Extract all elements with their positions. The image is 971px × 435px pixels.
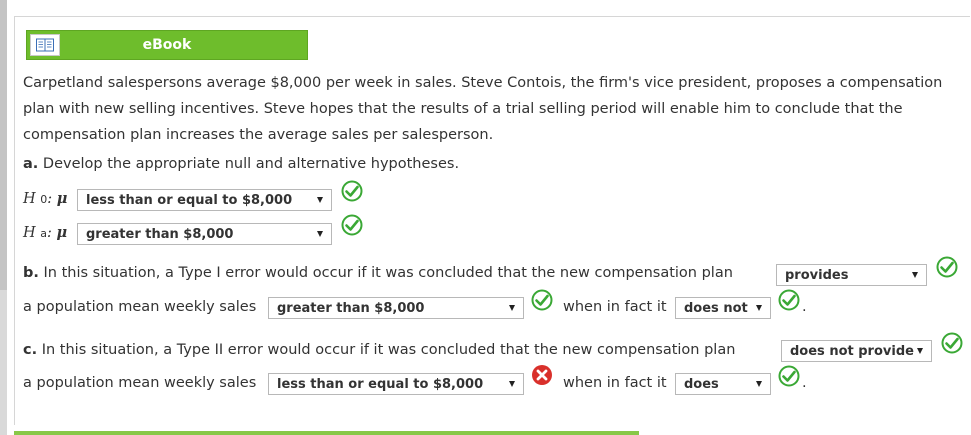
progress-divider (14, 431, 639, 435)
null-hypothesis-label: H 0: μ (23, 190, 67, 207)
problem-text: Carpetland salespersons average $8,000 p… (23, 75, 943, 143)
scrollbar-thumb[interactable] (0, 0, 7, 290)
part-b-mean-select[interactable]: greater than $8,000 (268, 297, 524, 319)
part-a-prompt: a. Develop the appropriate null and alte… (23, 156, 459, 172)
correct-check-icon (341, 214, 363, 236)
ha-select[interactable]: greater than $8,000 (77, 223, 332, 245)
part-c-line2-prefix: a population mean weekly sales (23, 375, 257, 391)
ha-select-value: greater than $8,000 (86, 227, 234, 242)
chevron-down-icon (509, 381, 515, 387)
part-b-plan-select[interactable]: provides (776, 264, 927, 286)
mu-symbol: μ (56, 190, 68, 207)
part-b-period: . (802, 299, 807, 315)
part-c-plan-value: does not provide (790, 344, 914, 359)
chevron-down-icon (756, 381, 762, 387)
h-subscript: a (40, 227, 48, 240)
alt-hypothesis-label: H a: μ (23, 224, 67, 241)
part-b-mean-value: greater than $8,000 (277, 301, 425, 316)
correct-check-icon (778, 289, 800, 311)
part-c-period: . (802, 375, 807, 391)
part-a-label: a. (23, 156, 39, 172)
part-b-fact-select[interactable]: does not (675, 297, 771, 319)
chevron-down-icon (317, 231, 323, 237)
part-b-fact-value: does not (684, 301, 748, 316)
mu-symbol: μ (56, 224, 68, 241)
correct-check-icon (778, 365, 800, 387)
ebook-button[interactable]: eBook (26, 30, 308, 60)
part-c-text: In this situation, a Type II error would… (41, 342, 736, 358)
part-c-mean-select[interactable]: less than or equal to $8,000 (268, 373, 524, 395)
part-b-label: b. (23, 265, 39, 281)
part-c-prompt: c. In this situation, a Type II error wo… (23, 342, 735, 358)
chevron-down-icon (917, 348, 923, 354)
h-symbol: H (23, 191, 36, 207)
chevron-down-icon (317, 197, 323, 203)
part-c-line2-mid: when in fact it (563, 375, 667, 391)
part-c-plan-select[interactable]: does not provide (781, 340, 932, 362)
chevron-down-icon (509, 305, 515, 311)
scrollbar[interactable] (0, 0, 7, 435)
part-b-plan-value: provides (785, 268, 849, 283)
chevron-down-icon (912, 272, 918, 278)
h0-select[interactable]: less than or equal to $8,000 (77, 189, 332, 211)
correct-check-icon (941, 332, 963, 354)
part-c-label: c. (23, 342, 38, 358)
part-c-fact-select[interactable]: does (675, 373, 771, 395)
part-b-line2-prefix: a population mean weekly sales (23, 299, 257, 315)
colon: : (47, 225, 52, 241)
correct-check-icon (341, 180, 363, 202)
correct-check-icon (531, 289, 553, 311)
part-c-mean-value: less than or equal to $8,000 (277, 377, 484, 392)
correct-check-icon (936, 256, 958, 278)
h0-select-value: less than or equal to $8,000 (86, 193, 293, 208)
ebook-label: eBook (142, 37, 192, 53)
chevron-down-icon (756, 305, 762, 311)
part-b-text: In this situation, a Type I error would … (43, 265, 733, 281)
colon: : (47, 191, 53, 207)
part-b-prompt: b. In this situation, a Type I error wou… (23, 265, 733, 281)
incorrect-x-icon (532, 365, 552, 385)
part-c-fact-value: does (684, 377, 719, 392)
part-a-text: Develop the appropriate null and alterna… (42, 156, 460, 172)
h-symbol: H (23, 225, 36, 241)
part-b-line2-mid: when in fact it (563, 299, 667, 315)
